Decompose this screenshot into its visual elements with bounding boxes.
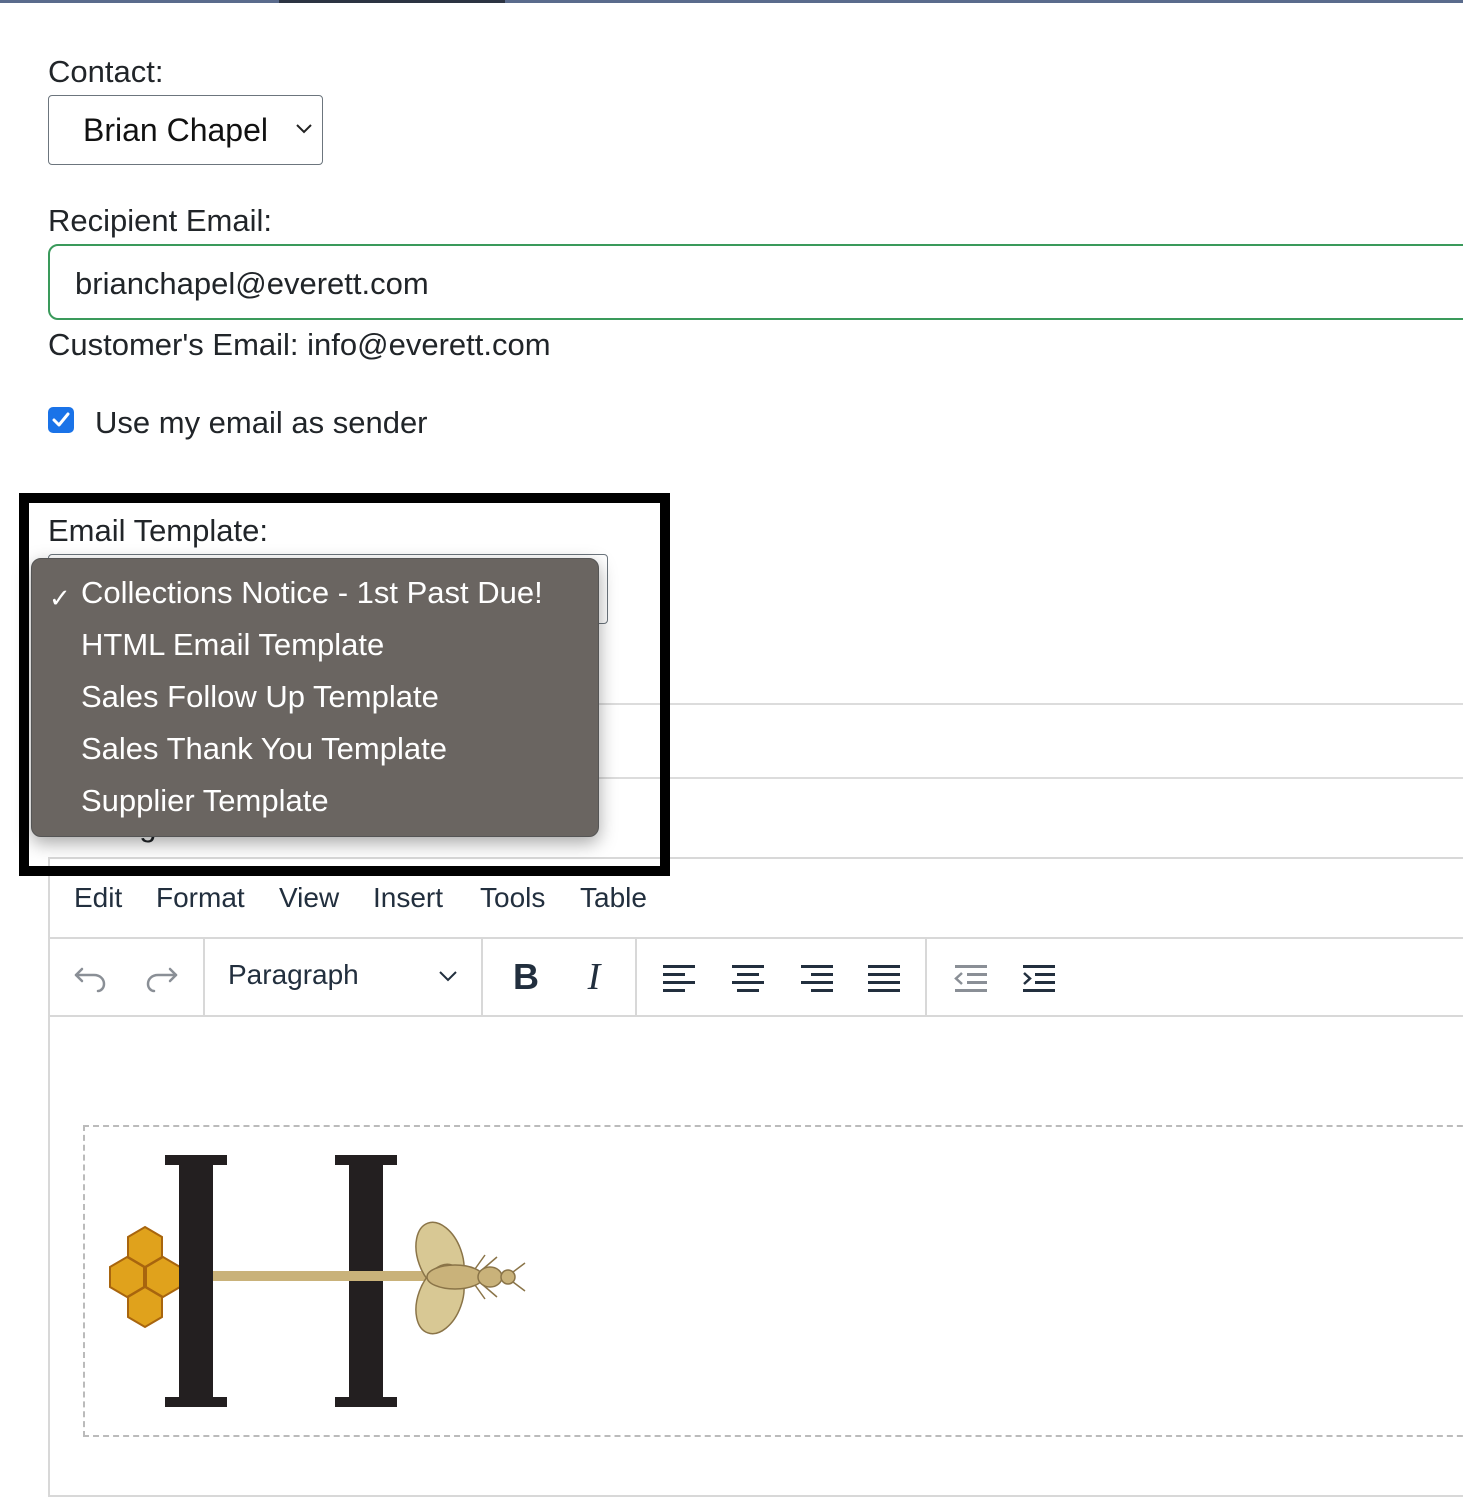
menu-tools[interactable]: Tools bbox=[480, 881, 545, 915]
toolbar-separator bbox=[925, 937, 927, 1015]
use-my-email-label[interactable]: Use my email as sender bbox=[95, 405, 428, 441]
menu-insert[interactable]: Insert bbox=[373, 881, 443, 915]
redo-button[interactable] bbox=[142, 957, 182, 997]
toolbar-separator bbox=[481, 937, 483, 1015]
chevron-down-icon bbox=[296, 124, 312, 134]
align-justify-button[interactable] bbox=[864, 957, 904, 997]
redo-icon bbox=[146, 967, 178, 993]
recipient-email-label: Recipient Email: bbox=[48, 203, 272, 238]
template-option-html-email[interactable]: HTML Email Template bbox=[81, 627, 384, 663]
selected-check-icon: ✓ bbox=[49, 583, 71, 613]
top-nav-bar bbox=[0, 0, 1463, 3]
outdent-button[interactable] bbox=[950, 957, 990, 997]
bold-icon: B bbox=[513, 956, 539, 997]
toolbar-separator bbox=[203, 937, 205, 1015]
contact-label: Contact: bbox=[48, 54, 164, 89]
menu-format[interactable]: Format bbox=[156, 881, 245, 915]
align-center-icon bbox=[732, 965, 764, 992]
contact-select[interactable]: Brian Chapel bbox=[48, 95, 323, 165]
honeycomb-icon bbox=[109, 1225, 181, 1329]
italic-icon: I bbox=[587, 956, 601, 998]
toolbar-separator bbox=[635, 937, 637, 1015]
template-option-sales-follow-up[interactable]: Sales Follow Up Template bbox=[81, 679, 439, 715]
block-format-select[interactable]: Paragraph bbox=[228, 958, 359, 992]
bold-button[interactable]: B bbox=[506, 956, 546, 997]
align-left-icon bbox=[663, 965, 695, 992]
align-right-button[interactable] bbox=[796, 957, 836, 997]
undo-icon bbox=[74, 967, 106, 993]
top-nav-active-tab[interactable] bbox=[279, 0, 505, 3]
italic-button[interactable]: I bbox=[574, 956, 614, 998]
template-option-sales-thank-you[interactable]: Sales Thank You Template bbox=[81, 731, 447, 767]
recipient-email-input[interactable]: brianchapel@everett.com bbox=[48, 244, 1463, 320]
template-option-collections-notice[interactable]: Collections Notice - 1st Past Due! bbox=[81, 575, 543, 611]
customer-email-text: Customer's Email: info@everett.com bbox=[48, 327, 551, 362]
chevron-down-icon bbox=[439, 971, 457, 982]
email-template-dropdown: ✓ Collections Notice - 1st Past Due! HTM… bbox=[31, 558, 599, 837]
contact-select-value: Brian Chapel bbox=[83, 112, 268, 148]
outdent-icon bbox=[954, 965, 987, 992]
indent-icon bbox=[1023, 965, 1055, 992]
recipient-email-value: brianchapel@everett.com bbox=[75, 266, 429, 301]
menu-view[interactable]: View bbox=[279, 881, 339, 915]
align-right-icon bbox=[801, 965, 833, 992]
editor-toolbar: Paragraph B I bbox=[50, 937, 1463, 1017]
menu-table[interactable]: Table bbox=[580, 881, 647, 915]
indent-button[interactable] bbox=[1018, 957, 1058, 997]
use-my-email-checkbox[interactable] bbox=[48, 407, 74, 433]
align-left-button[interactable] bbox=[660, 957, 700, 997]
undo-button[interactable] bbox=[70, 957, 110, 997]
template-option-supplier[interactable]: Supplier Template bbox=[81, 783, 329, 819]
align-center-button[interactable] bbox=[728, 957, 768, 997]
email-content-block[interactable] bbox=[83, 1125, 1463, 1437]
menu-edit[interactable]: Edit bbox=[74, 881, 122, 915]
align-justify-icon bbox=[868, 965, 900, 992]
checkmark-icon bbox=[52, 412, 70, 427]
rich-text-editor[interactable]: Edit Format View Insert Tools Table Para… bbox=[48, 857, 1463, 1497]
company-logo bbox=[109, 1155, 526, 1407]
